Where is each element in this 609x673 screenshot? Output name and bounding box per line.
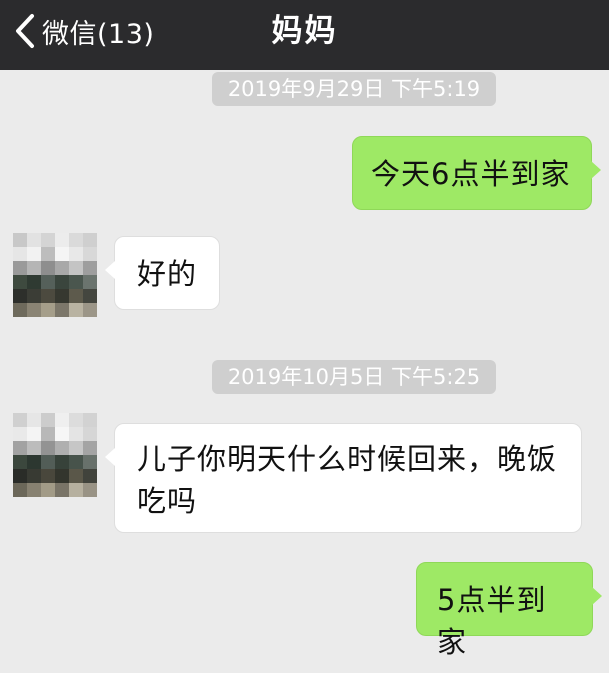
bubble-tail [592, 587, 602, 605]
message-text: 今天6点半到家 [371, 157, 571, 191]
message-text: 儿子你明天什么时候回来，晚饭吃吗 [137, 442, 558, 518]
timestamp: 2019年10月5日 下午5:25 [212, 360, 496, 394]
received-message-bubble[interactable]: 好的 [105, 236, 220, 310]
contact-avatar[interactable] [13, 413, 97, 497]
bubble-tail [105, 448, 115, 466]
sent-message-bubble[interactable]: 今天6点半到家 [352, 136, 601, 210]
bubble-tail [591, 161, 601, 179]
nav-bar: 微信(13) 妈妈 [0, 0, 609, 70]
sent-message-bubble[interactable]: 5点半到家 [416, 562, 602, 659]
bubble-tail [105, 261, 115, 279]
chat-title: 妈妈 [271, 13, 338, 49]
timestamp: 2019年9月29日 下午5:19 [212, 72, 496, 106]
message-text: 好的 [137, 257, 198, 291]
message-text: 5点半到家 [437, 583, 547, 659]
received-message-bubble[interactable]: 儿子你明天什么时候回来，晚饭吃吗 [105, 423, 582, 533]
contact-avatar[interactable] [13, 233, 97, 317]
